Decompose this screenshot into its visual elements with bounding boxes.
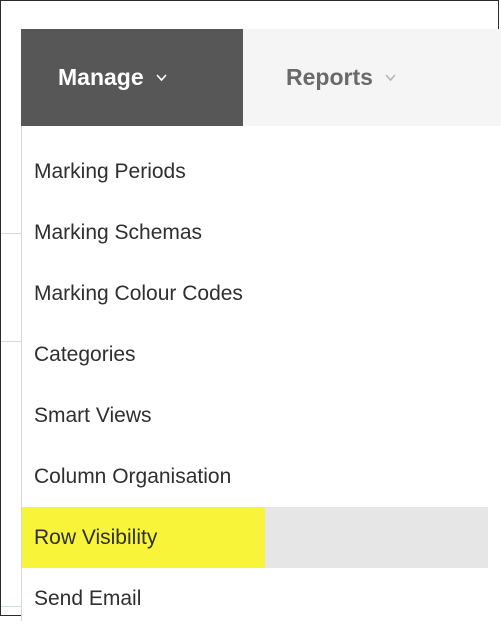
menu-item-label: Categories [34,342,136,366]
top-nav-bar: Manage Reports [21,29,501,126]
screenshot-frame: Manage Reports Marking Periods Marking S… [0,0,501,621]
menu-item-label: Marking Colour Codes [34,281,243,305]
menu-item-column-organisation[interactable]: Column Organisation [22,446,488,507]
tab-manage-label: Manage [58,64,144,90]
menu-item-marking-colour-codes[interactable]: Marking Colour Codes [22,263,488,324]
menu-item-categories[interactable]: Categories [22,324,488,385]
background-divider [1,233,21,234]
menu-item-marking-schemas[interactable]: Marking Schemas [22,202,488,263]
manage-dropdown-menu: Marking Periods Marking Schemas Marking … [21,126,501,621]
background-edge [1,606,21,617]
menu-item-marking-periods[interactable]: Marking Periods [22,141,488,202]
tab-reports-label: Reports [286,64,373,90]
menu-item-send-email[interactable]: Send Email [22,568,488,629]
menu-item-label: Row Visibility [34,525,158,549]
background-divider [1,341,21,342]
tab-manage[interactable]: Manage [21,29,243,126]
tab-reports[interactable]: Reports [243,29,483,126]
menu-item-smart-views[interactable]: Smart Views [22,385,488,446]
menu-item-label: Marking Periods [34,159,186,183]
menu-item-row-visibility[interactable]: Row Visibility [22,507,488,568]
menu-item-label: Marking Schemas [34,220,203,244]
menu-item-label: Smart Views [34,403,152,427]
chevron-down-icon [155,71,168,84]
menu-item-label: Column Organisation [34,464,232,488]
menu-item-label: Send Email [34,586,142,610]
chevron-down-icon [384,71,397,84]
